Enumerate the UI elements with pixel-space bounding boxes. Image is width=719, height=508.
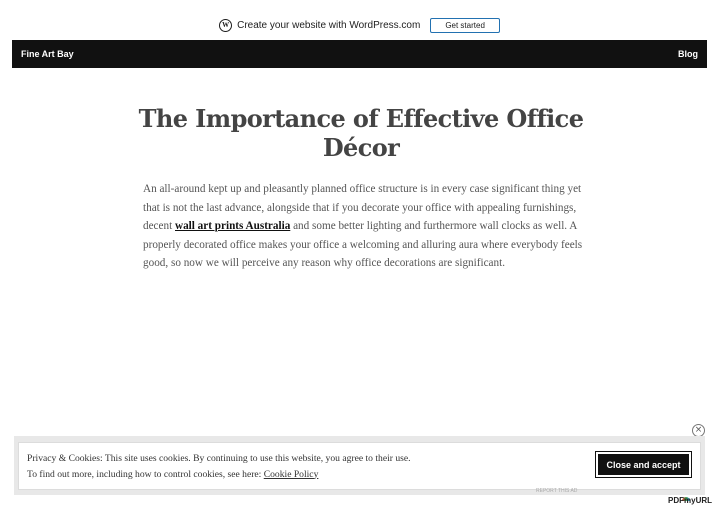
cookie-line-2: To find out more, including how to contr… — [27, 467, 411, 483]
cookie-text: Privacy & Cookies: This site uses cookie… — [27, 451, 411, 482]
site-navbar: Fine Art Bay Blog — [12, 40, 707, 68]
cookie-line-2-prefix: To find out more, including how to contr… — [27, 468, 264, 480]
site-title-link[interactable]: Fine Art Bay — [21, 49, 74, 59]
cookie-policy-link[interactable]: Cookie Policy — [264, 469, 319, 480]
cookie-line-1: Privacy & Cookies: This site uses cookie… — [27, 453, 411, 464]
wall-art-prints-link[interactable]: wall art prints Australia — [175, 220, 290, 232]
pdfmyurl-badge-text: PDFmyURL — [668, 496, 713, 505]
wordpress-promo-bar: W Create your website with WordPress.com… — [0, 12, 719, 38]
report-ad-text[interactable]: REPORT THIS AD — [536, 488, 577, 494]
blog-nav-link[interactable]: Blog — [678, 49, 698, 59]
close-and-accept-button[interactable]: Close and accept — [595, 451, 692, 478]
wordpress-promo-text: Create your website with WordPress.com — [237, 19, 421, 31]
get-started-button[interactable]: Get started — [430, 17, 500, 33]
wordpress-logo-icon: W — [219, 18, 233, 32]
article-title: The Importance of Effective Office Décor — [138, 104, 584, 162]
pdfmyurl-badge[interactable]: PDFmyURL — [668, 496, 712, 505]
article-paragraph: An all-around kept up and pleasantly pla… — [143, 180, 583, 273]
cookie-banner: Privacy & Cookies: This site uses cookie… — [18, 442, 701, 490]
